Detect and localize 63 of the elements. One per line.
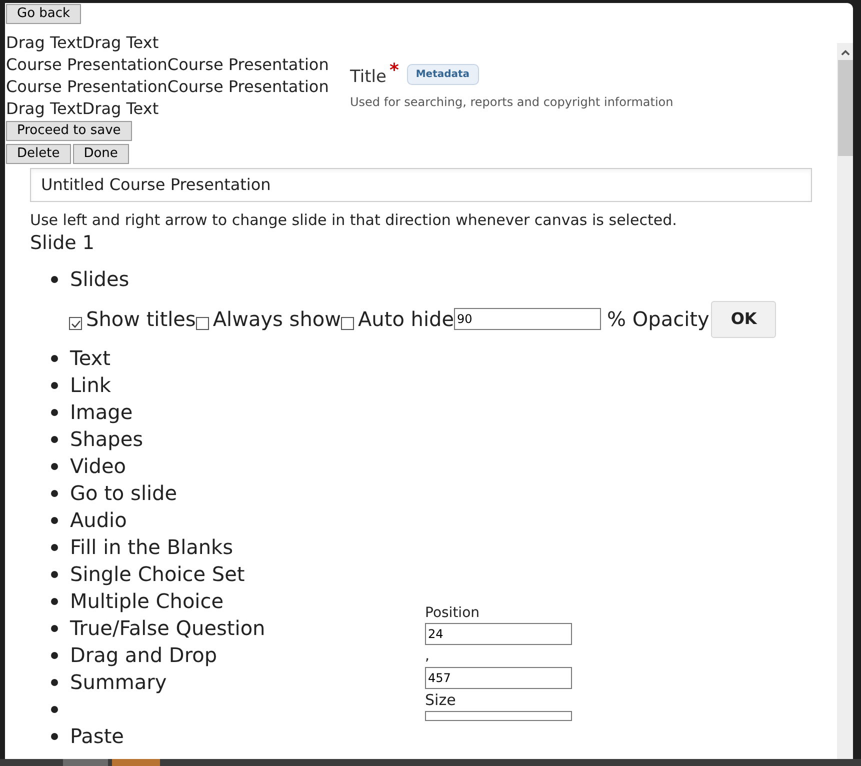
action-button[interactable]: Done [72,144,129,164]
separator-text: , [425,647,430,666]
bullet-icon [51,598,58,605]
overlay-text: Course PresentationCourse Presentation [6,54,329,76]
y-field[interactable]: 457 [425,667,572,689]
size-label: Size [425,690,456,711]
menu-item[interactable]: Fill in the Blanks [70,534,234,561]
x-field[interactable]: 24 [425,623,572,645]
overlay-text: Drag TextDrag Text [6,98,159,120]
bullet-icon [51,436,58,443]
ok-button[interactable]: OK [711,300,776,338]
menu-item[interactable]: Go to slide [70,480,178,507]
bullet-icon [51,517,58,524]
position-label: Position [425,604,480,623]
bullet-icon [51,733,58,740]
menu-item[interactable]: Summary [70,669,167,696]
required-icon: * [389,64,399,78]
bullet-icon [51,382,58,389]
menu-item[interactable]: Multiple Choice [70,588,224,615]
menu-item[interactable]: Drag and Drop [70,642,218,669]
menu-item[interactable]: Image [70,399,133,426]
title-field[interactable]: Untitled Course Presentation [30,168,812,202]
metadata-button[interactable]: Metadata [406,64,479,85]
bullet-icon [51,409,58,416]
menu-item[interactable]: Paste [70,723,124,750]
bullet-icon [51,544,58,551]
bullet-icon [51,355,58,362]
bullet-icon [51,463,58,470]
scrollbar-thumb[interactable] [838,60,852,156]
size-field[interactable] [425,711,572,721]
bullet-icon [51,706,58,713]
scroll-up-icon[interactable] [840,50,850,56]
back-button[interactable]: Go back [6,4,82,24]
overlay-text: Course PresentationCourse Presentation [6,76,329,98]
menu-item[interactable]: Link [70,372,111,399]
save-button[interactable]: Proceed to save [6,121,132,141]
checkbox-label: Always show [212,307,341,331]
overlay-text: Drag TextDrag Text [6,32,159,54]
menu-item[interactable]: True/False Question [70,615,266,642]
checkbox[interactable] [69,317,82,330]
bullet-icon [51,625,58,632]
opacity-field[interactable]: 90 [454,308,602,330]
menu-item[interactable]: Audio [70,507,127,534]
bullet-icon [51,652,58,659]
menu-item[interactable]: Text [70,345,110,372]
bullet-icon [51,276,58,283]
action-button[interactable]: Delete [6,144,71,164]
bullet-icon [51,571,58,578]
checkbox-label: Show titles [86,307,196,331]
field-description: Used for searching, reports and copyright information [350,94,674,110]
checkbox-label: Auto hide [358,307,454,331]
checkbox[interactable] [196,317,209,330]
opacity-label: % Opacity [607,306,710,333]
menu-item[interactable]: Shapes [70,426,144,453]
bullet-icon [51,490,58,497]
menu-item[interactable]: Slides [70,266,130,293]
slide-label: Slide 1 [30,231,96,256]
hint-text: Use left and right arrow to change slide in that direction whenever canvas is selected. [30,210,678,230]
menu-item[interactable]: Video [70,453,126,480]
menu-item[interactable]: Single Choice Set [70,561,245,588]
field-label: Title [350,66,386,88]
bullet-icon [51,679,58,686]
checkbox[interactable] [341,317,354,330]
